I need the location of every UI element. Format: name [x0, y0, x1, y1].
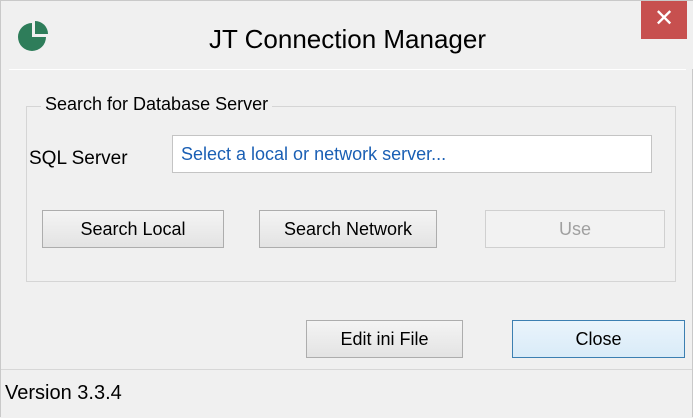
search-database-group: Search for Database Server	[26, 94, 676, 282]
status-bar: Version 3.3.4	[1, 369, 692, 418]
title-bar[interactable]: JT Connection Manager ✕	[1, 1, 693, 69]
window-title: JT Connection Manager	[208, 24, 486, 54]
search-local-button[interactable]: Search Local	[42, 210, 224, 248]
group-legend: Search for Database Server	[41, 94, 273, 115]
edit-ini-file-button[interactable]: Edit ini File	[306, 320, 463, 358]
use-button[interactable]: Use	[485, 210, 665, 248]
close-icon: ✕	[653, 5, 675, 32]
version-label: Version 3.3.4	[5, 382, 122, 404]
client-area: Search for Database Server SQL Server Se…	[9, 69, 686, 370]
search-network-button[interactable]: Search Network	[259, 210, 437, 248]
connection-manager-window: JT Connection Manager ✕ Search for Datab…	[0, 0, 693, 418]
close-window-button[interactable]: ✕	[641, 1, 687, 39]
sql-server-label: SQL Server	[29, 148, 128, 169]
sql-server-input[interactable]	[172, 135, 652, 173]
close-button[interactable]: Close	[512, 320, 685, 358]
